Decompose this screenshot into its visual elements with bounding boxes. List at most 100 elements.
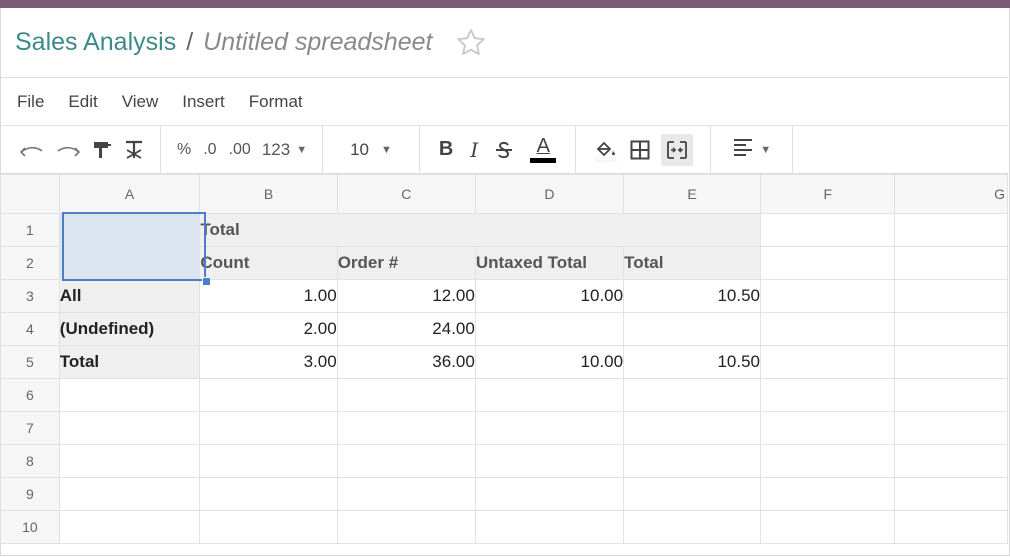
cell[interactable]: [474, 312, 625, 346]
column-header-c[interactable]: C: [336, 174, 476, 214]
bold-button[interactable]: B: [439, 134, 453, 166]
cell[interactable]: 10.00: [474, 279, 625, 313]
pivot-row-label[interactable]: All: [58, 279, 201, 313]
cell[interactable]: [759, 477, 896, 511]
cell[interactable]: [894, 279, 1008, 313]
cell[interactable]: [894, 213, 1008, 247]
cell[interactable]: [474, 411, 625, 445]
row-header[interactable]: 6: [0, 378, 60, 412]
cell[interactable]: [759, 279, 896, 313]
cell[interactable]: [894, 444, 1008, 478]
spreadsheet-title[interactable]: Untitled spreadsheet: [203, 28, 432, 57]
cell[interactable]: [336, 411, 476, 445]
cell[interactable]: [336, 378, 476, 412]
undo-icon[interactable]: [19, 134, 45, 166]
cell[interactable]: [336, 510, 476, 544]
pivot-row-label[interactable]: Total: [58, 345, 201, 379]
menu-file[interactable]: File: [17, 92, 44, 112]
cell[interactable]: [58, 510, 201, 544]
select-all-corner[interactable]: [0, 174, 60, 214]
row-header[interactable]: 1: [0, 213, 60, 247]
cell[interactable]: [58, 378, 201, 412]
cell[interactable]: 2.00: [199, 312, 338, 346]
cell[interactable]: [759, 246, 896, 280]
font-size-dropdown[interactable]: 10 ▼: [350, 134, 392, 166]
cell-a1-merged[interactable]: [58, 213, 201, 280]
redo-icon[interactable]: [55, 134, 81, 166]
cell[interactable]: 3.00: [199, 345, 338, 379]
cell[interactable]: [336, 477, 476, 511]
cell[interactable]: [894, 510, 1008, 544]
pivot-header-cell[interactable]: Untaxed Total: [474, 246, 625, 280]
row-header[interactable]: 8: [0, 444, 60, 478]
menu-format[interactable]: Format: [249, 92, 303, 112]
borders-icon[interactable]: [629, 134, 651, 166]
star-icon[interactable]: [454, 26, 488, 60]
cell[interactable]: [759, 378, 896, 412]
cell[interactable]: 1.00: [199, 279, 338, 313]
breadcrumb-parent-link[interactable]: Sales Analysis: [15, 28, 176, 57]
clear-format-icon[interactable]: [123, 134, 145, 166]
row-header[interactable]: 2: [0, 246, 60, 280]
cell[interactable]: [894, 345, 1008, 379]
cell[interactable]: [199, 477, 338, 511]
merge-cells-icon[interactable]: [661, 133, 694, 166]
cell[interactable]: [623, 411, 761, 445]
cell[interactable]: [474, 378, 625, 412]
cell[interactable]: [199, 411, 338, 445]
column-header-b[interactable]: B: [199, 174, 338, 214]
row-header[interactable]: 3: [0, 279, 60, 313]
row-header[interactable]: 10: [0, 510, 60, 544]
row-header[interactable]: 5: [0, 345, 60, 379]
cell[interactable]: 10.50: [623, 345, 761, 379]
cell[interactable]: [894, 378, 1008, 412]
cell[interactable]: [623, 510, 761, 544]
column-header-a[interactable]: A: [58, 174, 201, 214]
format-percent-button[interactable]: %: [177, 141, 191, 159]
menu-view[interactable]: View: [122, 92, 159, 112]
pivot-row-label[interactable]: (Undefined): [58, 312, 201, 346]
cell[interactable]: [474, 444, 625, 478]
text-color-button[interactable]: A: [530, 134, 557, 166]
fill-color-icon[interactable]: [593, 134, 619, 166]
cell[interactable]: [474, 477, 625, 511]
row-header[interactable]: 7: [0, 411, 60, 445]
cell[interactable]: [623, 477, 761, 511]
cell[interactable]: [58, 444, 201, 478]
autofill-handle[interactable]: [202, 277, 211, 286]
pivot-header-cell[interactable]: Order #: [336, 246, 476, 280]
cell[interactable]: 10.50: [623, 279, 761, 313]
cell[interactable]: [199, 378, 338, 412]
pivot-header-cell[interactable]: Total: [623, 246, 761, 280]
cell[interactable]: [474, 510, 625, 544]
cell[interactable]: [623, 444, 761, 478]
cell[interactable]: [759, 213, 896, 247]
cell[interactable]: [759, 411, 896, 445]
more-formats-dropdown[interactable]: 123 ▼: [262, 134, 307, 166]
pivot-header-cell[interactable]: Count: [199, 246, 338, 280]
decrease-decimal-button[interactable]: .0: [203, 141, 216, 159]
cell[interactable]: [759, 444, 896, 478]
align-dropdown[interactable]: ▼: [732, 134, 771, 166]
column-header-d[interactable]: D: [474, 174, 625, 214]
italic-button[interactable]: I: [470, 134, 478, 166]
row-header[interactable]: 4: [0, 312, 60, 346]
increase-decimal-button[interactable]: .00: [229, 141, 251, 159]
cell[interactable]: 12.00: [336, 279, 476, 313]
cell[interactable]: [199, 444, 338, 478]
strikethrough-icon[interactable]: [493, 134, 515, 166]
menu-edit[interactable]: Edit: [68, 92, 97, 112]
cell[interactable]: [623, 378, 761, 412]
cell[interactable]: [894, 411, 1008, 445]
column-header-f[interactable]: F: [759, 174, 896, 214]
cell[interactable]: [894, 477, 1008, 511]
spreadsheet-grid[interactable]: A B C D E F G 1 Total 2 Count Order # Un…: [0, 174, 1008, 555]
cell[interactable]: [58, 477, 201, 511]
cell[interactable]: [336, 444, 476, 478]
row-header[interactable]: 9: [0, 477, 60, 511]
cell[interactable]: [199, 510, 338, 544]
cell[interactable]: 24.00: [336, 312, 476, 346]
cell[interactable]: [623, 312, 761, 346]
cell[interactable]: [759, 312, 896, 346]
column-header-e[interactable]: E: [623, 174, 761, 214]
